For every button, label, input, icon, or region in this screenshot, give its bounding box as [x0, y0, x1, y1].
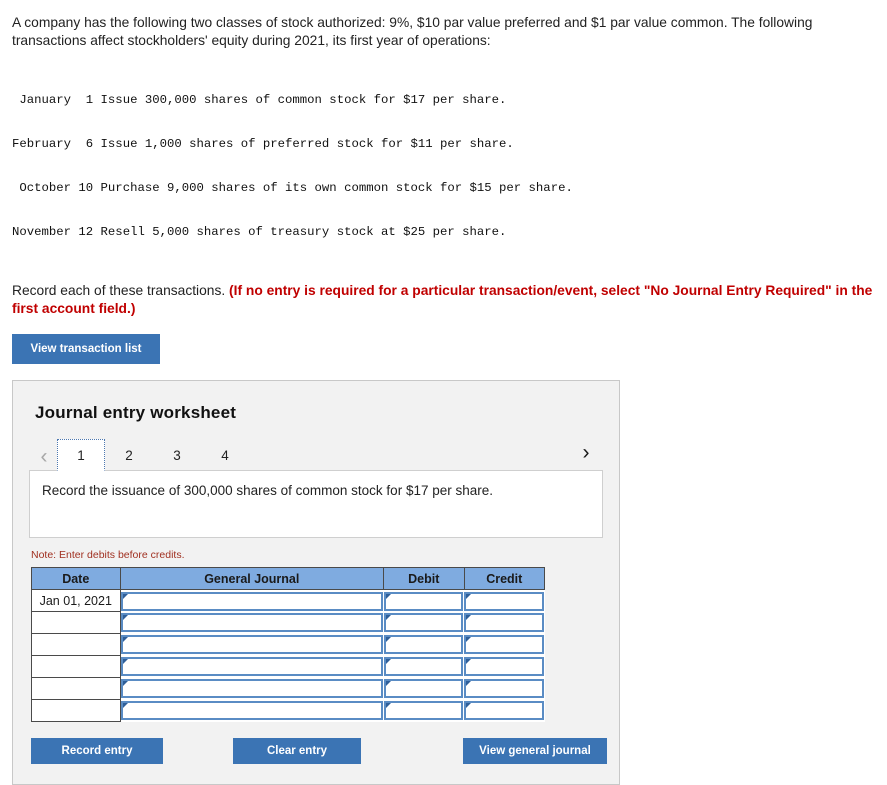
worksheet-title: Journal entry worksheet: [35, 403, 237, 423]
table-row: [31, 699, 545, 723]
record-instruction: Record each of these transactions. (If n…: [12, 282, 875, 318]
view-general-journal-button[interactable]: View general journal: [463, 738, 607, 765]
debit-input-cell[interactable]: [383, 611, 465, 634]
credit-input-cell[interactable]: [464, 589, 545, 612]
general-journal-input-cell[interactable]: [120, 633, 384, 656]
transaction-line: January 1 Issue 300,000 shares of common…: [12, 93, 507, 108]
clear-entry-button[interactable]: Clear entry: [233, 738, 361, 765]
credit-input-cell[interactable]: [464, 699, 545, 722]
date-cell: [31, 633, 121, 657]
table-row: [31, 633, 545, 657]
worksheet-tab-3[interactable]: 3: [153, 439, 201, 471]
chevron-left-icon[interactable]: ‹: [31, 441, 57, 471]
debit-input[interactable]: [383, 635, 464, 655]
table-row: [31, 655, 545, 679]
column-header-date: Date: [31, 567, 121, 591]
instruction-lead: Record each of these transactions.: [12, 283, 230, 299]
general-journal-input-cell[interactable]: [120, 589, 384, 612]
table-row: [31, 677, 545, 701]
transaction-line: November 12 Resell 5,000 shares of treas…: [12, 224, 507, 239]
worksheet-tab-4[interactable]: 4: [201, 439, 249, 471]
debit-input[interactable]: [383, 591, 464, 611]
problem-statement: A company has the following two classes …: [12, 15, 813, 48]
credit-input[interactable]: [464, 635, 544, 655]
view-transaction-list-button[interactable]: View transaction list: [12, 334, 160, 365]
debit-input-cell[interactable]: [383, 633, 465, 656]
transaction-line: February 6 Issue 1,000 shares of preferr…: [12, 136, 514, 151]
credit-input[interactable]: [464, 613, 544, 633]
debit-input-cell[interactable]: [383, 677, 465, 700]
worksheet-action-buttons: Record entry Clear entry View general jo…: [31, 738, 607, 765]
column-header-debit: Debit: [383, 567, 465, 591]
general-journal-input[interactable]: [120, 657, 383, 677]
worksheet-tab-2[interactable]: 2: [105, 439, 153, 471]
date-cell: Jan 01, 2021: [31, 589, 121, 613]
general-journal-input-cell[interactable]: [120, 611, 384, 634]
chevron-right-icon[interactable]: ›: [573, 437, 599, 467]
general-journal-input[interactable]: [120, 701, 383, 721]
debit-input[interactable]: [383, 701, 464, 721]
credit-input-cell[interactable]: [464, 611, 545, 634]
column-header-credit: Credit: [463, 567, 546, 591]
credit-input-cell[interactable]: [464, 633, 545, 656]
credit-input-cell[interactable]: [464, 655, 545, 678]
transaction-description-box: Record the issuance of 300,000 shares of…: [29, 470, 603, 539]
debit-input[interactable]: [383, 657, 464, 677]
transaction-list: January 1 Issue 300,000 shares of common…: [12, 64, 875, 268]
date-cell: [31, 611, 121, 635]
debit-input[interactable]: [383, 613, 464, 633]
credit-input[interactable]: [464, 701, 544, 721]
record-entry-button[interactable]: Record entry: [31, 738, 163, 765]
transaction-line: October 10 Purchase 9,000 shares of its …: [12, 180, 573, 195]
general-journal-input[interactable]: [120, 635, 383, 655]
worksheet-tab-1[interactable]: 1: [57, 439, 105, 472]
journal-table-header-row: Date General Journal Debit Credit: [31, 567, 546, 591]
debit-input-cell[interactable]: [383, 589, 465, 612]
date-cell: [31, 655, 121, 679]
general-journal-input[interactable]: [120, 613, 383, 633]
table-row: [31, 611, 545, 635]
journal-entry-worksheet-panel: Journal entry worksheet ‹ 1 2 3 4 › Reco…: [12, 380, 620, 785]
worksheet-tabstrip: ‹ 1 2 3 4 ›: [29, 437, 603, 472]
credit-input[interactable]: [464, 591, 544, 611]
debits-before-credits-note: Note: Enter debits before credits.: [31, 549, 185, 562]
general-journal-input-cell[interactable]: [120, 699, 384, 722]
page-root: A company has the following two classes …: [0, 0, 887, 785]
transaction-description-text: Record the issuance of 300,000 shares of…: [42, 483, 493, 499]
general-journal-input-cell[interactable]: [120, 677, 384, 700]
credit-input-cell[interactable]: [464, 677, 545, 700]
journal-entry-table: Date General Journal Debit Credit Jan 01…: [31, 567, 546, 723]
column-header-general-journal: General Journal: [119, 567, 385, 591]
general-journal-input-cell[interactable]: [120, 655, 384, 678]
general-journal-input[interactable]: [120, 679, 383, 699]
credit-input[interactable]: [464, 679, 544, 699]
credit-input[interactable]: [464, 657, 544, 677]
date-cell: [31, 677, 121, 701]
date-cell: [31, 699, 121, 723]
table-row: Jan 01, 2021: [31, 589, 545, 613]
debit-input-cell[interactable]: [383, 699, 465, 722]
general-journal-input[interactable]: [120, 591, 383, 611]
debit-input-cell[interactable]: [383, 655, 465, 678]
debit-input[interactable]: [383, 679, 464, 699]
